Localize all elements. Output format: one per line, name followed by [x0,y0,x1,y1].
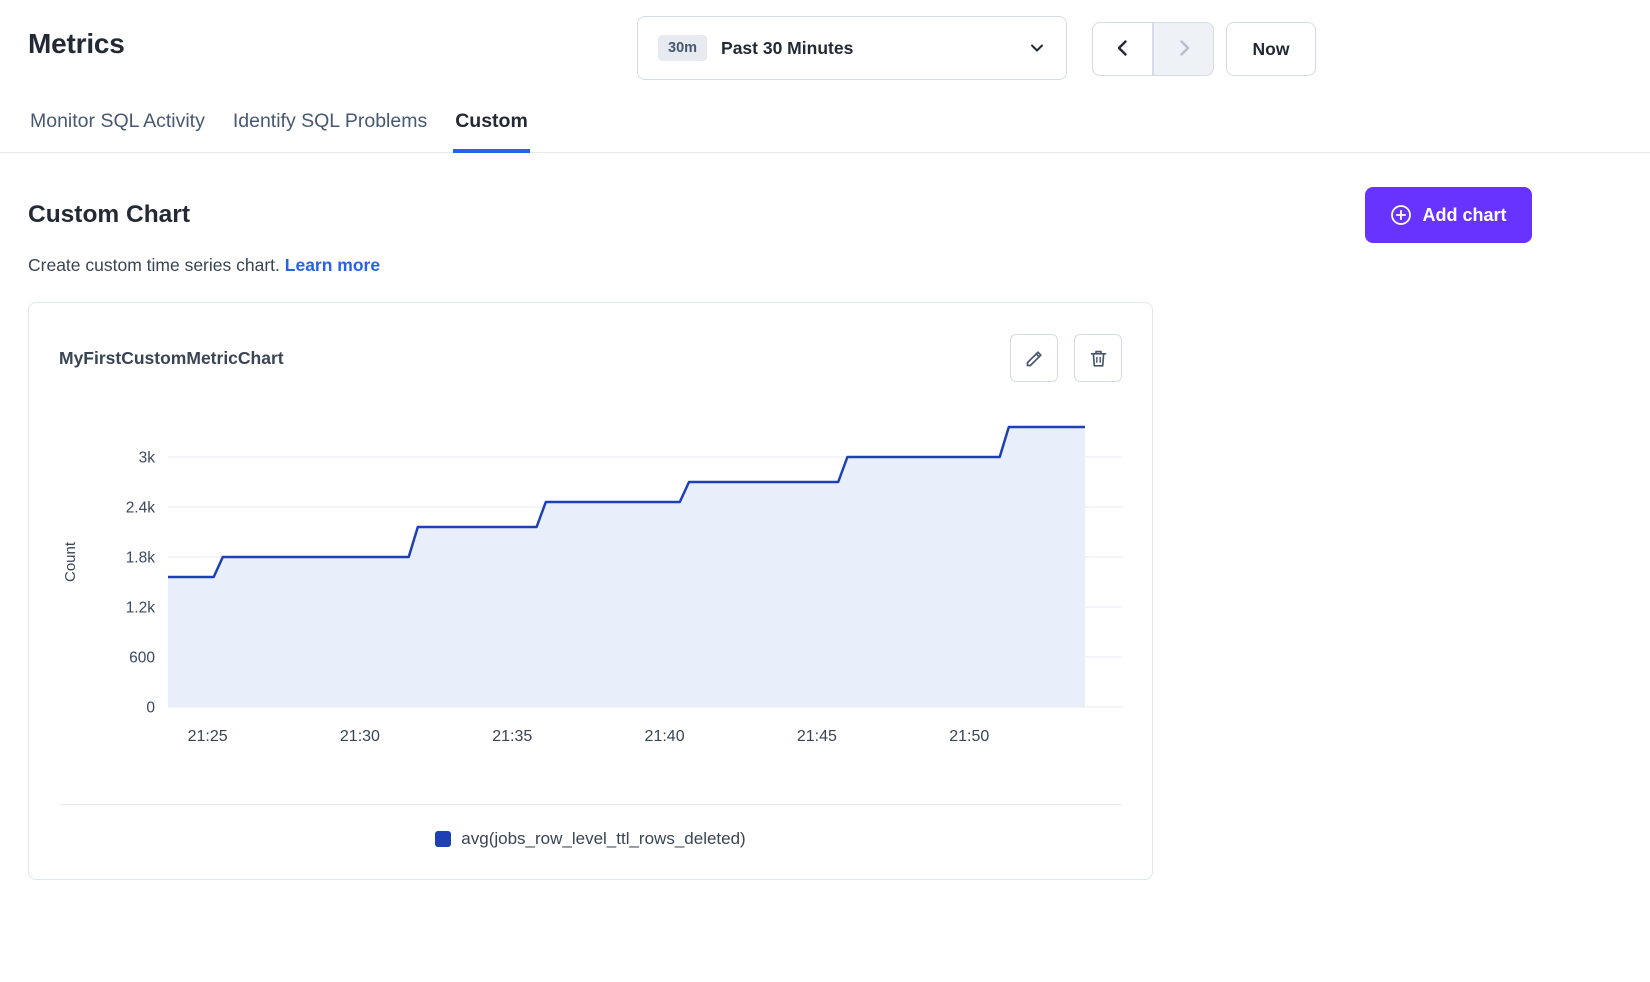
chart-actions [1010,334,1122,382]
svg-text:3k: 3k [139,450,156,467]
chart-canvas: 0 600 1.2k 1.8k 2.4k 3k 21:25 21:30 21:35 21:40 21… [55,403,1135,763]
svg-text:21:25: 21:25 [188,728,228,745]
time-range-selector[interactable]: 30m Past 30 Minutes [637,16,1067,80]
metrics-tabs: Monitor SQL Activity Identify SQL Proble… [0,96,1650,153]
pencil-icon [1024,348,1045,369]
plus-circle-icon [1390,204,1412,226]
legend-swatch [435,831,451,847]
chart-card-header: MyFirstCustomMetricChart [29,303,1152,383]
svg-text:21:50: 21:50 [949,728,989,745]
svg-text:600: 600 [129,650,155,667]
chart-title: MyFirstCustomMetricChart [59,348,284,369]
page-title: Metrics [28,28,125,60]
tab-identify-sql-problems[interactable]: Identify SQL Problems [231,102,429,153]
time-range-label: Past 30 Minutes [721,38,853,59]
tab-monitor-sql-activity[interactable]: Monitor SQL Activity [28,102,207,153]
trash-icon [1088,348,1109,369]
svg-text:21:45: 21:45 [797,728,837,745]
edit-chart-button[interactable] [1010,334,1058,382]
top-bar: Metrics 30m Past 30 Minutes Now [0,0,1650,96]
time-nav-group [1092,22,1214,76]
add-chart-button[interactable]: Add chart [1365,187,1532,243]
svg-text:21:30: 21:30 [340,728,380,745]
chevron-left-icon [1112,37,1134,62]
section-description: Create custom time series chart. Learn m… [0,243,1650,276]
svg-text:21:40: 21:40 [645,728,685,745]
chevron-down-icon [1028,39,1046,57]
time-range-badge: 30m [658,35,707,61]
delete-chart-button[interactable] [1074,334,1122,382]
svg-text:1.2k: 1.2k [126,600,156,617]
time-series-chart: 0 600 1.2k 1.8k 2.4k 3k 21:25 21:30 21:35 21:40 21… [55,403,1152,768]
tab-custom[interactable]: Custom [453,102,530,153]
learn-more-link[interactable]: Learn more [285,255,380,275]
svg-text:1.8k: 1.8k [126,550,156,567]
time-forward-button[interactable] [1153,22,1214,76]
chevron-right-icon [1173,37,1195,62]
description-text: Create custom time series chart. [28,255,280,275]
custom-chart-card: MyFirstCustomMetricChart [28,302,1153,880]
svg-text:2.4k: 2.4k [126,500,156,517]
section-header: Custom Chart Add chart [0,153,1650,243]
legend-label: avg(jobs_row_level_ttl_rows_deleted) [461,829,745,849]
chart-legend: avg(jobs_row_level_ttl_rows_deleted) [29,805,1152,879]
add-chart-label: Add chart [1422,205,1506,226]
svg-text:21:35: 21:35 [492,728,532,745]
section-title: Custom Chart [28,201,190,229]
svg-text:0: 0 [146,700,155,717]
time-back-button[interactable] [1092,22,1153,76]
now-button[interactable]: Now [1226,22,1316,76]
svg-text:Count: Count [62,541,79,582]
